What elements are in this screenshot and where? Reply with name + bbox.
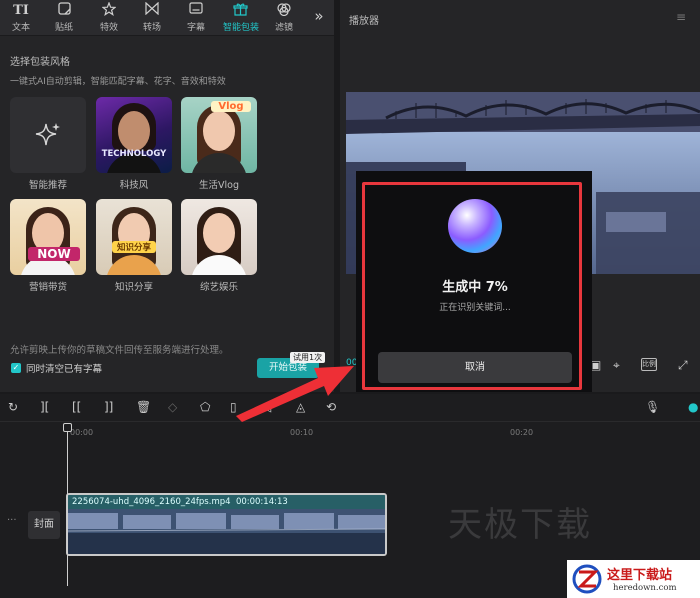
style-thumb-vlog: Vlog: [181, 97, 257, 173]
generating-status-text: 正在识别关键词...: [439, 303, 511, 313]
ruler-label: 00:00: [70, 428, 94, 437]
playhead[interactable]: [67, 426, 68, 586]
tab-text[interactable]: TI 文本: [4, 2, 38, 34]
tab-effects[interactable]: 特效: [92, 1, 126, 34]
style-card-knowledge[interactable]: 知识分享 知识分享: [96, 199, 172, 293]
tab-filter[interactable]: 滤镜: [267, 2, 301, 34]
tab-filter-label: 滤镜: [274, 23, 293, 33]
video-clip[interactable]: 2256074-uhd_4096_2160_24fps.mp4 00:00:14…: [66, 493, 387, 556]
ruler-label: 00:20: [510, 428, 534, 437]
clip-header: 2256074-uhd_4096_2160_24fps.mp4 00:00:14…: [68, 495, 385, 509]
cancel-button[interactable]: 取消: [378, 352, 572, 383]
double-chevron-right-icon: »: [314, 7, 324, 25]
menu-icon[interactable]: ≡: [676, 10, 686, 24]
tab-effects-label: 特效: [99, 23, 118, 33]
style-label: 知识分享: [114, 282, 153, 293]
marker-icon[interactable]: ⬠: [200, 400, 210, 414]
tab-subtitle-label: 字幕: [186, 23, 205, 33]
style-label: 综艺娱乐: [199, 282, 238, 293]
tab-smart-pack-label: 智能包装: [223, 23, 260, 33]
ai-orb-icon: [448, 199, 502, 253]
filter-icon: [267, 2, 301, 19]
focus-icon[interactable]: ⌖: [613, 358, 620, 373]
microphone-icon[interactable]: 🎙: [645, 400, 660, 414]
tab-sticker[interactable]: 贴纸: [47, 2, 81, 34]
site-logo: 这里下载站 heredown.com: [567, 560, 700, 598]
tab-subtitle[interactable]: 字幕: [179, 2, 213, 34]
tab-sticker-label: 贴纸: [54, 23, 73, 33]
annotation-arrow: [236, 366, 354, 422]
transition-icon: [135, 1, 169, 19]
section-subtitle: 一键式AI自动剪辑，智能匹配字幕、花字、音效和特效: [10, 77, 226, 87]
style-banner-tech: TECHNOLOGY: [101, 149, 167, 159]
sparkle-icon: [35, 123, 60, 146]
style-banner-vlog: Vlog: [211, 101, 251, 112]
style-label: 营销带货: [28, 282, 67, 293]
style-banner-marketing: NOW: [28, 247, 80, 261]
style-label: 生活Vlog: [199, 180, 239, 191]
tab-text-label: 文本: [11, 23, 30, 33]
style-card-variety[interactable]: 综艺娱乐: [181, 199, 257, 293]
ruler-label: 00:10: [290, 428, 314, 437]
sticker-icon: [47, 2, 81, 19]
shield-icon[interactable]: ◇: [168, 400, 177, 414]
aspect-ratio-button[interactable]: 比例: [641, 358, 657, 371]
split-left-icon[interactable]: [[: [72, 400, 81, 414]
tab-transition-label: 转场: [142, 23, 161, 33]
more-tabs-button[interactable]: »: [308, 2, 330, 34]
style-card-smart[interactable]: 智能推荐: [10, 97, 86, 191]
style-thumb-tech: TECHNOLOGY: [96, 97, 172, 173]
text-icon: TI: [13, 3, 29, 18]
effects-icon: [92, 1, 126, 19]
site-logo-url: heredown.com: [613, 583, 677, 593]
style-card-marketing[interactable]: NOW 营销带货: [10, 199, 86, 293]
tab-transition[interactable]: 转场: [135, 1, 169, 34]
style-label: 智能推荐: [28, 180, 67, 191]
subtitle-icon: [179, 2, 213, 19]
style-card-vlog[interactable]: Vlog 生活Vlog: [181, 97, 257, 191]
cover-button[interactable]: 封面: [28, 511, 60, 539]
site-logo-name: 这里下载站: [607, 568, 673, 583]
site-logo-mark-icon: [572, 564, 602, 594]
generating-progress-title: 生成中 7%: [442, 280, 508, 295]
tab-smart-pack[interactable]: 智能包装: [223, 2, 260, 34]
smart-pack-icon: [223, 2, 257, 19]
style-thumb-marketing: NOW: [10, 199, 86, 275]
upload-permission-note: 允许剪映上传你的草稿文件回传至服务端进行处理。: [10, 345, 229, 356]
clip-thumbnails: [68, 509, 385, 554]
split-icon[interactable]: ][: [40, 400, 49, 414]
clear-subtitles-option[interactable]: ✓ 同时清空已有字幕: [11, 362, 103, 375]
style-thumb-knowledge: 知识分享: [96, 199, 172, 275]
style-thumb-smart: [10, 97, 86, 173]
playhead-handle[interactable]: [63, 423, 72, 432]
split-right-icon[interactable]: ]]: [104, 400, 113, 414]
watermark-text: 天极下载: [448, 505, 592, 545]
player-title: 播放器: [349, 16, 379, 27]
expand-icon[interactable]: ⤢: [678, 358, 688, 373]
clip-filename: 2256074-uhd_4096_2160_24fps.mp4: [72, 497, 231, 507]
material-toolbar: TI 文本 贴纸 特效 转场 字幕 智能包装 滤镜 »: [0, 0, 334, 36]
clear-subtitles-label: 同时清空已有字幕: [26, 364, 103, 375]
clip-duration: 00:00:14:13: [235, 497, 288, 507]
redo-icon[interactable]: ↻: [8, 400, 18, 414]
track-options-icon[interactable]: ···: [7, 515, 17, 526]
style-label: 科技风: [119, 180, 149, 191]
style-thumb-variety: [181, 199, 257, 275]
material-panel: TI 文本 贴纸 特效 转场 字幕 智能包装 滤镜 » 选择包装风格 一键式AI…: [0, 0, 334, 392]
style-card-tech[interactable]: TECHNOLOGY 科技风: [96, 97, 172, 191]
toggle-icon[interactable]: ●: [688, 400, 698, 414]
style-banner-knowledge: 知识分享: [112, 241, 156, 253]
section-title: 选择包装风格: [10, 57, 70, 68]
delete-icon[interactable]: 🗑: [136, 400, 151, 414]
checkbox-checked-icon[interactable]: ✓: [11, 363, 21, 373]
